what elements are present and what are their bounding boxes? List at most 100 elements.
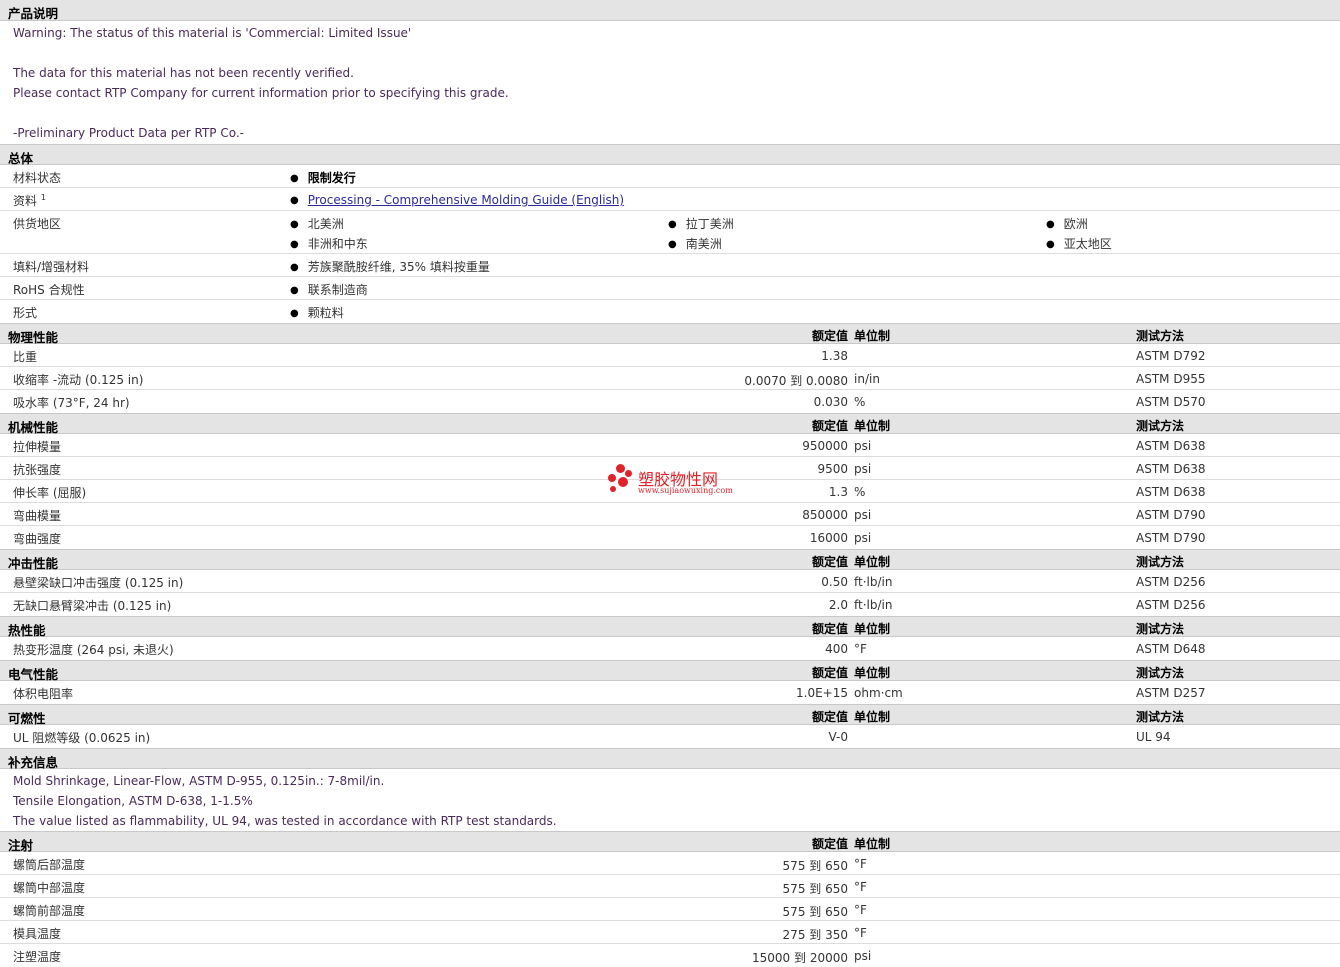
test-method: ASTM D570 (1136, 395, 1206, 409)
property-label: 吸水率 (73°F, 24 hr) (13, 396, 130, 410)
property-unit: % (854, 395, 866, 409)
property-row: 吸水率 (73°F, 24 hr) 0.030% ASTM D570 (0, 390, 1340, 413)
property-unit: ft·lb/in (854, 575, 893, 589)
section-title: 补充信息 (8, 755, 59, 770)
form-value: 颗粒料 (290, 304, 344, 321)
property-value: 15000 到 20000 (752, 951, 848, 965)
property-value: 950000 (802, 439, 848, 453)
watermark-logo: 塑胶物性网 www.sujiaowuxing.com (606, 464, 736, 498)
electrical-rows: 体积电阻率 1.0E+15 ohm·cm ASTM D257 (0, 681, 1340, 704)
test-method: ASTM D792 (1136, 349, 1206, 363)
section-header-flammability: 可燃性 额定值 单位制 测试方法 (0, 704, 1340, 726)
section-header-mechanical: 机械性能 额定值 单位制 测试方法 (0, 413, 1340, 435)
property-unit: °F (854, 880, 867, 894)
row-label: RoHS 合规性 (13, 283, 85, 297)
nominal-header: 额定值 (811, 666, 848, 680)
property-value: 2.0 (828, 598, 848, 612)
property-value: 275 到 350 (782, 928, 848, 942)
method-header: 测试方法 (1136, 329, 1185, 343)
property-label: 弯曲强度 (13, 532, 62, 546)
property-unit: °F (854, 903, 867, 917)
region-item: 拉丁美洲 (668, 215, 734, 232)
test-method: ASTM D648 (1136, 642, 1206, 656)
general-status-row: 材料状态 限制发行 (0, 165, 1340, 188)
property-row: 模具温度 275 到 350 °F (0, 921, 1340, 944)
nominal-header: 额定值 (811, 329, 848, 343)
property-unit: in/in (854, 372, 880, 386)
property-unit: °F (854, 926, 867, 940)
property-label: UL 阻燃等级 (0.0625 in) (13, 731, 151, 745)
method-header: 测试方法 (1136, 419, 1185, 433)
section-header-supplemental: 补充信息 (0, 748, 1340, 770)
property-value: V-0 (828, 730, 848, 744)
method-header: 测试方法 (1136, 666, 1185, 680)
property-unit: psi (854, 508, 872, 522)
row-label: 资料 1 (13, 192, 46, 209)
property-unit: psi (854, 462, 872, 476)
row-label: 填料/增强材料 (13, 260, 90, 274)
note-line: Please contact RTP Company for current i… (13, 86, 509, 100)
description-notes: Warning: The status of this material is … (0, 21, 1340, 143)
supplemental-notes: Mold Shrinkage, Linear-Flow, ASTM D-955,… (0, 769, 1340, 831)
property-row: 热变形温度 (264 psi, 未退火) 400 °F ASTM D648 (0, 637, 1340, 660)
region-item: 南美洲 (668, 235, 722, 252)
unit-header: 单位制 (854, 710, 891, 724)
property-row: 悬壁梁缺口冲击强度 (0.125 in) 0.50 ft·lb/in ASTM D25… (0, 570, 1340, 593)
property-value: 400 (825, 642, 848, 656)
unit-header: 单位制 (854, 837, 891, 851)
row-label: 材料状态 (13, 171, 62, 185)
section-header-impact: 冲击性能 额定值 单位制 测试方法 (0, 549, 1340, 571)
filler-value: 芳族聚酰胺纤维, 35% 填料按重量 (290, 258, 490, 275)
property-row: 比重 1.38 ASTM D792 (0, 344, 1340, 367)
property-row: UL 阻燃等级 (0.0625 in) V-0 UL 94 (0, 725, 1340, 748)
unit-header: 单位制 (854, 555, 891, 569)
section-header-general: 总体 (0, 144, 1340, 166)
property-label: 伸长率 (屈服) (13, 486, 87, 500)
thermal-rows: 热变形温度 (264 psi, 未退火) 400 °F ASTM D648 (0, 637, 1340, 660)
property-unit: psi (854, 531, 872, 545)
section-header-physical: 物理性能 额定值 单位制 测试方法 (0, 323, 1340, 345)
test-method: ASTM D256 (1136, 575, 1206, 589)
test-method: ASTM D955 (1136, 372, 1206, 386)
property-value: 575 到 650 (782, 882, 848, 896)
row-label: 供货地区 (13, 217, 62, 231)
property-value: 1.38 (821, 349, 848, 363)
section-header-electrical: 电气性能 额定值 单位制 测试方法 (0, 660, 1340, 682)
processing-guide-link[interactable]: Processing - Comprehensive Molding Guide… (308, 193, 624, 207)
property-row: 螺筒后部温度 575 到 650 °F (0, 852, 1340, 875)
test-method: ASTM D638 (1136, 439, 1206, 453)
test-method: ASTM D256 (1136, 598, 1206, 612)
property-unit: °F (854, 857, 867, 871)
test-method: UL 94 (1136, 730, 1171, 744)
note-line: Mold Shrinkage, Linear-Flow, ASTM D-955,… (13, 774, 385, 788)
note-line: Warning: The status of this material is … (13, 26, 412, 40)
property-unit: ft·lb/in (854, 598, 893, 612)
unit-header: 单位制 (854, 419, 891, 433)
status-value: 限制发行 (290, 169, 356, 186)
unit-header: 单位制 (854, 666, 891, 680)
property-label: 悬壁梁缺口冲击强度 (0.125 in) (13, 576, 184, 590)
method-header: 测试方法 (1136, 622, 1185, 636)
property-unit: ohm·cm (854, 686, 903, 700)
general-rohs-row: RoHS 合规性 联系制造商 (0, 277, 1340, 300)
property-value: 16000 (809, 531, 848, 545)
property-row: 无缺口悬臂梁冲击 (0.125 in) 2.0 ft·lb/in ASTM D256 (0, 593, 1340, 616)
property-label: 螺筒前部温度 (13, 904, 86, 918)
property-row: 注塑温度 15000 到 20000 psi (0, 944, 1340, 967)
flammability-rows: UL 阻燃等级 (0.0625 in) V-0 UL 94 (0, 725, 1340, 748)
property-unit: psi (854, 949, 872, 963)
general-region-row: 供货地区 北美洲 拉丁美洲 欧洲 非洲和中东 南美洲 亚太地区 (0, 211, 1340, 254)
property-row: 螺筒中部温度 575 到 650 °F (0, 875, 1340, 898)
method-header: 测试方法 (1136, 555, 1185, 569)
property-row: 收缩率 -流动 (0.125 in) 0.0070 到 0.0080 in/in AS… (0, 367, 1340, 390)
property-row: 弯曲强度 16000 psi ASTM D790 (0, 526, 1340, 549)
property-label: 螺筒中部温度 (13, 881, 86, 895)
property-value: 9500 (817, 462, 848, 476)
note-line: The data for this material has not been … (13, 66, 354, 80)
note-line: Tensile Elongation, ASTM D-638, 1-1.5% (13, 794, 253, 808)
property-label: 注塑温度 (13, 950, 62, 964)
rohs-value: 联系制造商 (290, 281, 368, 298)
test-method: ASTM D257 (1136, 686, 1206, 700)
